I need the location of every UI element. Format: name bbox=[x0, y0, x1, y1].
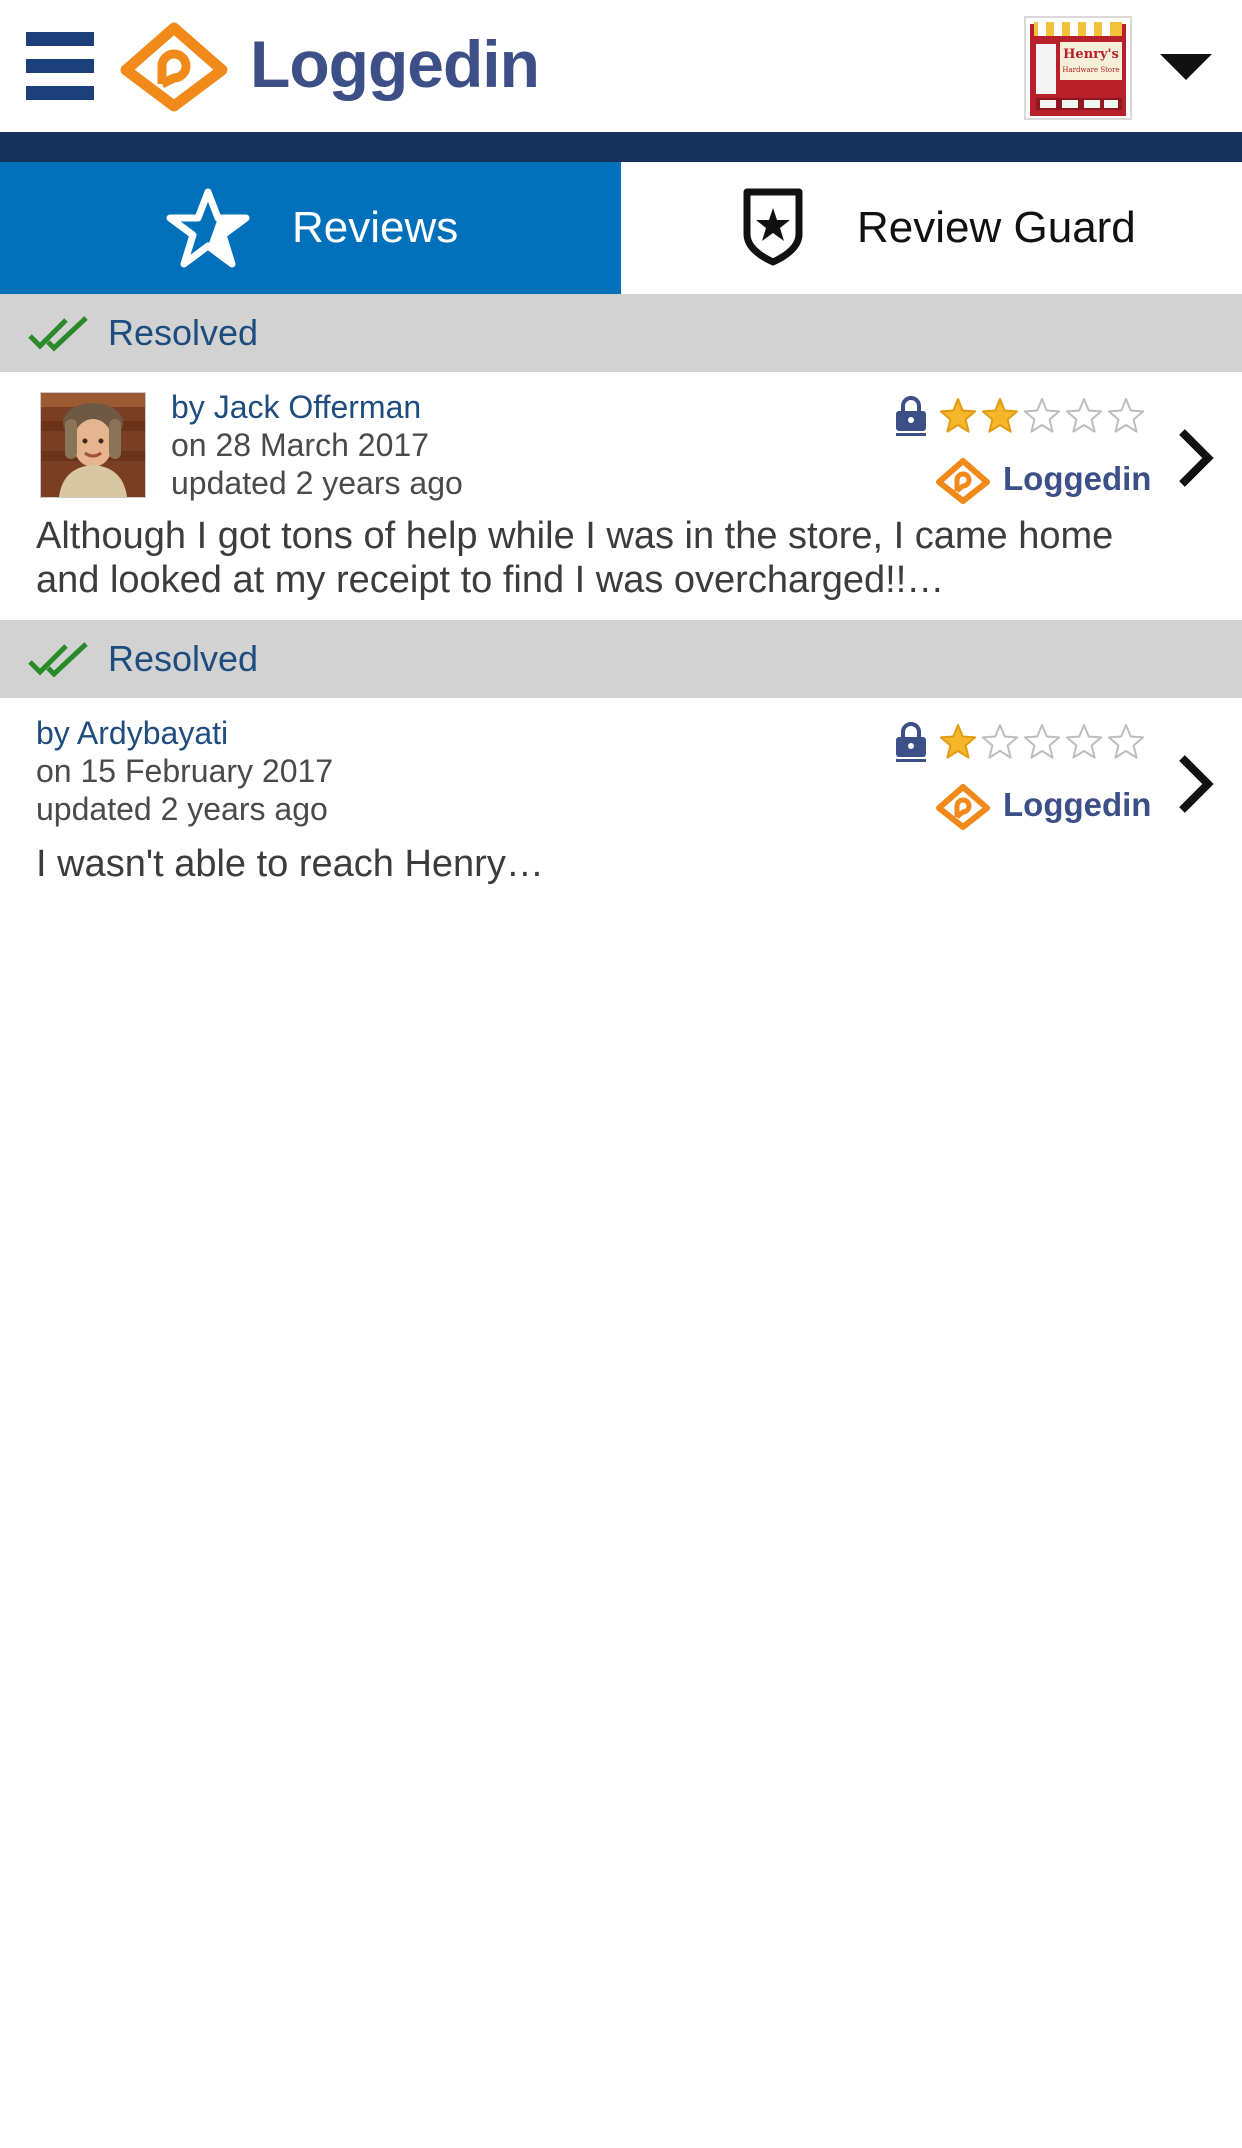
svg-text:Henry's: Henry's bbox=[1063, 47, 1119, 62]
status-label: Resolved bbox=[108, 312, 259, 353]
star-empty-icon bbox=[1023, 398, 1061, 433]
star-rating bbox=[939, 724, 1144, 759]
shield-star-icon bbox=[743, 188, 803, 266]
resolved-section-header: Resolved bbox=[0, 294, 1242, 372]
review-text: Although I got tons of help while I was … bbox=[36, 515, 1114, 601]
review-updated: updated 2 years ago bbox=[171, 465, 463, 501]
header-divider-bar bbox=[0, 132, 1242, 162]
double-check-icon bbox=[28, 642, 88, 678]
review-author: by Jack Offerman bbox=[171, 389, 422, 425]
star-empty-icon bbox=[1023, 724, 1061, 759]
tab-label: Reviews bbox=[292, 203, 459, 252]
double-check-icon bbox=[28, 316, 88, 352]
loggedin-source-icon bbox=[936, 784, 990, 830]
review-date: on 15 February 2017 bbox=[36, 753, 334, 789]
tab-review-guard[interactable]: Review Guard bbox=[621, 162, 1242, 294]
loggedin-source-icon bbox=[936, 458, 990, 504]
svg-text:Hardware Store: Hardware Store bbox=[1062, 66, 1119, 74]
tab-label: Review Guard bbox=[857, 203, 1136, 252]
star-empty-icon bbox=[1107, 398, 1144, 433]
review-updated: updated 2 years ago bbox=[36, 791, 328, 827]
review-author: by Ardybayati bbox=[36, 715, 229, 751]
review-source: Loggedin bbox=[1003, 460, 1152, 497]
store-avatar-button[interactable]: Henry's Hardware Store bbox=[1024, 16, 1132, 120]
star-rating bbox=[939, 398, 1144, 433]
star-icon bbox=[166, 188, 250, 268]
chevron-right-icon[interactable] bbox=[1174, 752, 1218, 816]
top-app-bar: Loggedin Henry's Hardware Store bbox=[0, 0, 1242, 132]
review-text: I wasn't able to reach Henry… bbox=[36, 843, 544, 885]
review-source: Loggedin bbox=[1003, 786, 1152, 823]
star-filled-icon bbox=[939, 724, 977, 759]
app-screen: Loggedin Henry's Hardware Store Reviews … bbox=[0, 0, 1242, 2148]
tab-reviews[interactable]: Reviews bbox=[0, 162, 621, 294]
caret-down-icon[interactable] bbox=[1158, 50, 1214, 82]
review-item[interactable]: by Ardybayati on 15 February 2017 update… bbox=[0, 698, 1242, 908]
storefront-icon: Henry's Hardware Store bbox=[1030, 22, 1126, 116]
lock-icon bbox=[896, 396, 926, 436]
star-empty-icon bbox=[1065, 398, 1103, 433]
loggedin-logo-icon bbox=[120, 22, 228, 112]
reviewer-avatar bbox=[40, 392, 146, 498]
status-label: Resolved bbox=[108, 638, 259, 679]
resolved-section-header: Resolved bbox=[0, 620, 1242, 698]
lock-icon bbox=[896, 722, 926, 762]
chevron-right-icon[interactable] bbox=[1174, 426, 1218, 490]
star-empty-icon bbox=[1065, 724, 1103, 759]
star-empty-icon bbox=[1107, 724, 1144, 759]
star-filled-icon bbox=[939, 398, 977, 433]
review-item[interactable]: by Jack Offerman on 28 March 2017 update… bbox=[0, 372, 1242, 620]
star-empty-icon bbox=[981, 724, 1019, 759]
brand-name: Loggedin bbox=[250, 27, 540, 101]
tab-bar: Reviews Review Guard bbox=[0, 162, 1242, 294]
review-date: on 28 March 2017 bbox=[171, 427, 429, 463]
star-filled-icon bbox=[981, 398, 1019, 433]
hamburger-menu-icon[interactable] bbox=[26, 32, 94, 100]
